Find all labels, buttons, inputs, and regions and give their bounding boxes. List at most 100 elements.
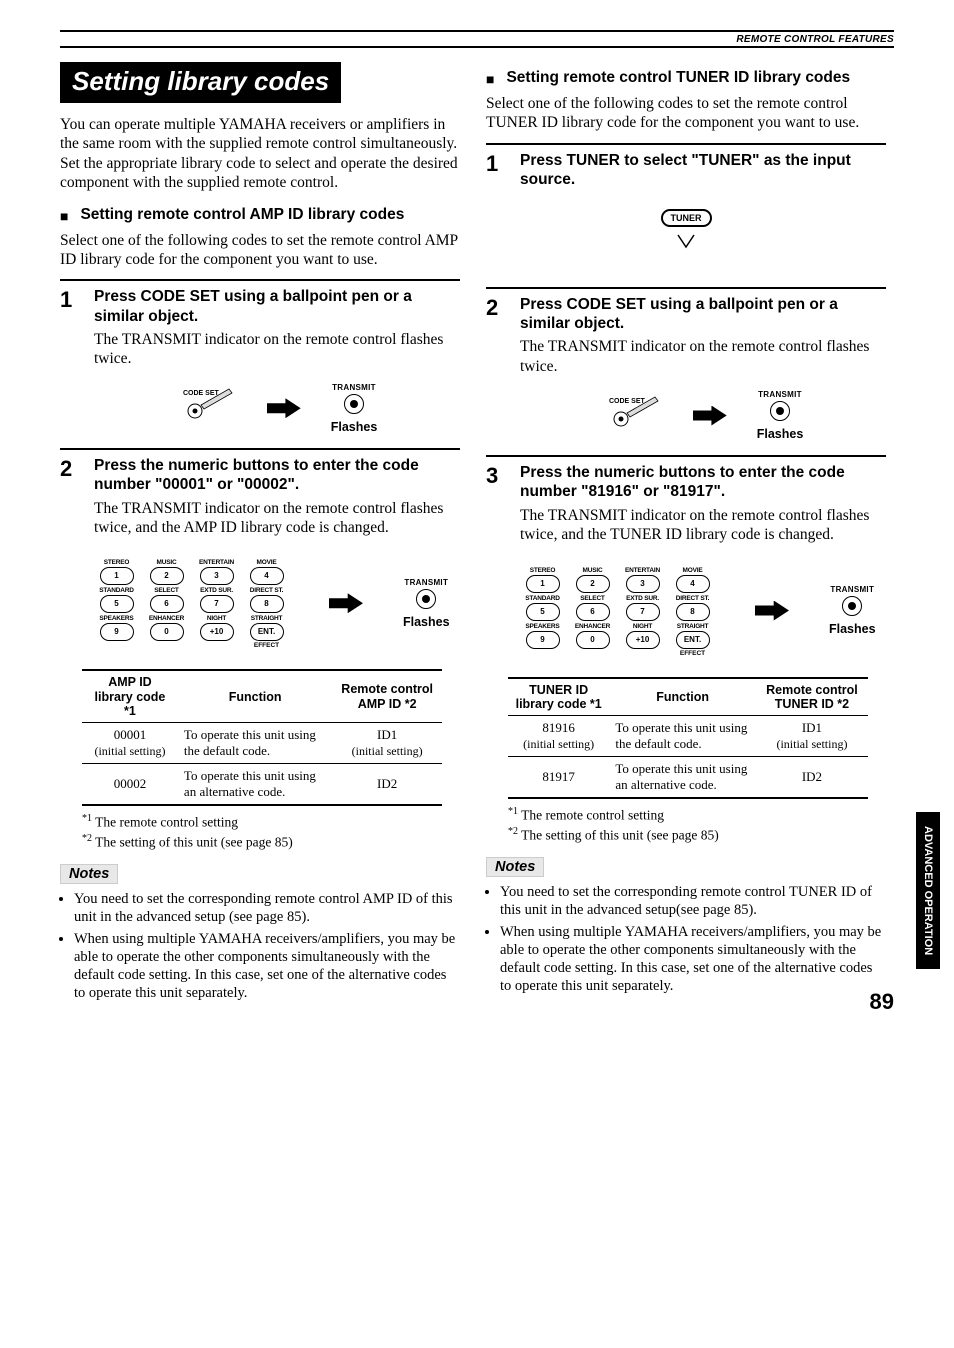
right-column: ■ Setting remote control TUNER ID librar… — [486, 62, 886, 1007]
tuner-step-1: 1 Press TUNER to select "TUNER" as the i… — [486, 143, 886, 261]
transmit-indicator: TRANSMIT Flashes — [331, 383, 378, 434]
transmit-label: TRANSMIT — [829, 585, 876, 594]
numeric-keypad: STEREO1MUSIC2ENTERTAIN3MOVIE4 STANDARD5SE… — [520, 567, 715, 659]
tuner-subhead: ■ Setting remote control TUNER ID librar… — [486, 68, 886, 90]
intro-text: You can operate multiple YAMAHA receiver… — [60, 115, 460, 193]
transmit-indicator: TRANSMIT Flashes — [757, 390, 804, 441]
tuner-desc: Select one of the following codes to set… — [486, 94, 886, 133]
flashes-label: Flashes — [757, 427, 804, 441]
amp-table: AMP ID library code *1 Function Remote c… — [82, 669, 442, 806]
step-title: Press CODE SET using a ballpoint pen or … — [94, 287, 460, 326]
keypad-key: NIGHT+10 — [620, 623, 665, 657]
press-indicator-icon — [668, 231, 704, 261]
keypad-key: STRAIGHTENT.EFFECT — [244, 615, 289, 649]
tuner-step-2: 2 Press CODE SET using a ballpoint pen o… — [486, 287, 886, 442]
step-number: 3 — [486, 463, 520, 489]
keypad-key: STANDARD5 — [94, 587, 139, 613]
keypad-key: ENHANCER0 — [570, 623, 615, 657]
keypad-key: ENTERTAIN3 — [194, 559, 239, 585]
arrow-right-icon — [693, 406, 727, 426]
keypad-key: MUSIC2 — [570, 567, 615, 593]
step-title: Press the numeric buttons to enter the c… — [94, 456, 460, 495]
led-icon — [416, 589, 436, 609]
amp-footnotes: *1 The remote control setting *2 The set… — [82, 812, 460, 851]
amp-desc: Select one of the following codes to set… — [60, 231, 460, 270]
step-text: The TRANSMIT indicator on the remote con… — [520, 506, 886, 545]
square-bullet-icon: ■ — [486, 68, 494, 90]
list-item: You need to set the corresponding remote… — [74, 890, 460, 926]
th-id: Remote control AMP ID *2 — [332, 670, 442, 723]
keypad-key: STRAIGHTENT.EFFECT — [670, 623, 715, 657]
transmit-indicator: TRANSMIT Flashes — [829, 585, 876, 636]
page-header: REMOTE CONTROL FEATURES — [60, 32, 894, 48]
table-row: 00001(initial setting) To operate this u… — [82, 723, 442, 764]
keypad-key: DIRECT ST.8 — [670, 595, 715, 621]
arrow-right-icon — [267, 398, 301, 418]
th-fn: Function — [178, 670, 332, 723]
transmit-label: TRANSMIT — [331, 383, 378, 392]
keypad-key: STEREO1 — [94, 559, 139, 585]
numeric-keypad: STEREO1MUSIC2ENTERTAIN3MOVIE4STANDARD5SE… — [94, 559, 289, 651]
amp-step-1: 1 Press CODE SET using a ballpoint pen o… — [60, 279, 460, 434]
notes-label: Notes — [486, 857, 544, 877]
table-row: 00002 To operate this unit using an alte… — [82, 764, 442, 806]
flashes-label: Flashes — [829, 622, 876, 636]
keypad-key: MOVIE4 — [244, 559, 289, 585]
step-text: The TRANSMIT indicator on the remote con… — [94, 330, 460, 369]
amp-step-2: 2 Press the numeric buttons to enter the… — [60, 448, 460, 656]
step-number: 2 — [486, 295, 520, 321]
amp-subhead: ■ Setting remote control AMP ID library … — [60, 205, 460, 227]
pen-press-icon: CODE SET — [603, 393, 663, 439]
keypad-key: ENHANCER0 — [144, 615, 189, 649]
flashes-label: Flashes — [403, 615, 450, 629]
th-id: Remote control TUNER ID *2 — [756, 678, 868, 716]
transmit-label: TRANSMIT — [757, 390, 804, 399]
amp-subhead-text: Setting remote control AMP ID library co… — [80, 205, 404, 224]
keypad-key: MOVIE4 — [670, 567, 715, 593]
codeset-diagram: CODE SET TRANSMIT Flashes — [520, 390, 886, 441]
keypad-key: EXTD SUR.7 — [194, 587, 239, 613]
page-title: Setting library codes — [60, 62, 341, 103]
arrow-right-icon — [755, 601, 789, 621]
step-title: Press TUNER to select "TUNER" as the inp… — [520, 151, 886, 190]
page-number: 89 — [870, 989, 894, 1015]
amp-notes-list: You need to set the corresponding remote… — [74, 890, 460, 1003]
tuner-step-3: 3 Press the numeric buttons to enter the… — [486, 455, 886, 663]
led-icon — [842, 596, 862, 616]
tuner-table: TUNER ID library code *1 Function Remote… — [508, 677, 868, 800]
arrow-right-icon — [329, 593, 363, 613]
left-column: Setting library codes You can operate mu… — [60, 62, 460, 1007]
transmit-indicator: TRANSMIT Flashes — [403, 578, 450, 629]
keypad-key: STANDARD5 — [520, 595, 565, 621]
keypad-key: ENTERTAIN3 — [620, 567, 665, 593]
led-icon — [770, 401, 790, 421]
tuner-notes-list: You need to set the corresponding remote… — [500, 883, 886, 996]
th-code: AMP ID library code *1 — [82, 670, 178, 723]
keypad-key: EXTD SUR.7 — [620, 595, 665, 621]
keypad-key: SPEAKERS9 — [520, 623, 565, 657]
th-code: TUNER ID library code *1 — [508, 678, 609, 716]
transmit-label: TRANSMIT — [403, 578, 450, 587]
tuner-footnotes: *1 The remote control setting *2 The set… — [508, 805, 886, 844]
tuner-subhead-text: Setting remote control TUNER ID library … — [506, 68, 850, 87]
keypad-key: SELECT6 — [144, 587, 189, 613]
square-bullet-icon: ■ — [60, 205, 68, 227]
step-text: The TRANSMIT indicator on the remote con… — [520, 337, 886, 376]
svg-text:CODE SET: CODE SET — [609, 398, 646, 405]
step-number: 2 — [60, 456, 94, 482]
step-title: Press the numeric buttons to enter the c… — [520, 463, 886, 502]
table-row: 81917 To operate this unit using an alte… — [508, 757, 868, 799]
pen-press-icon: CODE SET — [177, 385, 237, 431]
step-title: Press CODE SET using a ballpoint pen or … — [520, 295, 886, 334]
keypad-key: DIRECT ST.8 — [244, 587, 289, 613]
keypad-key: SELECT6 — [570, 595, 615, 621]
list-item: When using multiple YAMAHA receivers/amp… — [500, 923, 886, 996]
svg-text:CODE SET: CODE SET — [183, 390, 220, 397]
keypad-key: STEREO1 — [520, 567, 565, 593]
keypad-key: NIGHT+10 — [194, 615, 239, 649]
step-number: 1 — [60, 287, 94, 313]
step-text: The TRANSMIT indicator on the remote con… — [94, 499, 460, 538]
table-row: 81916(initial setting) To operate this u… — [508, 716, 868, 757]
side-tab: ADVANCED OPERATION — [916, 812, 940, 969]
keypad-key: SPEAKERS9 — [94, 615, 139, 649]
